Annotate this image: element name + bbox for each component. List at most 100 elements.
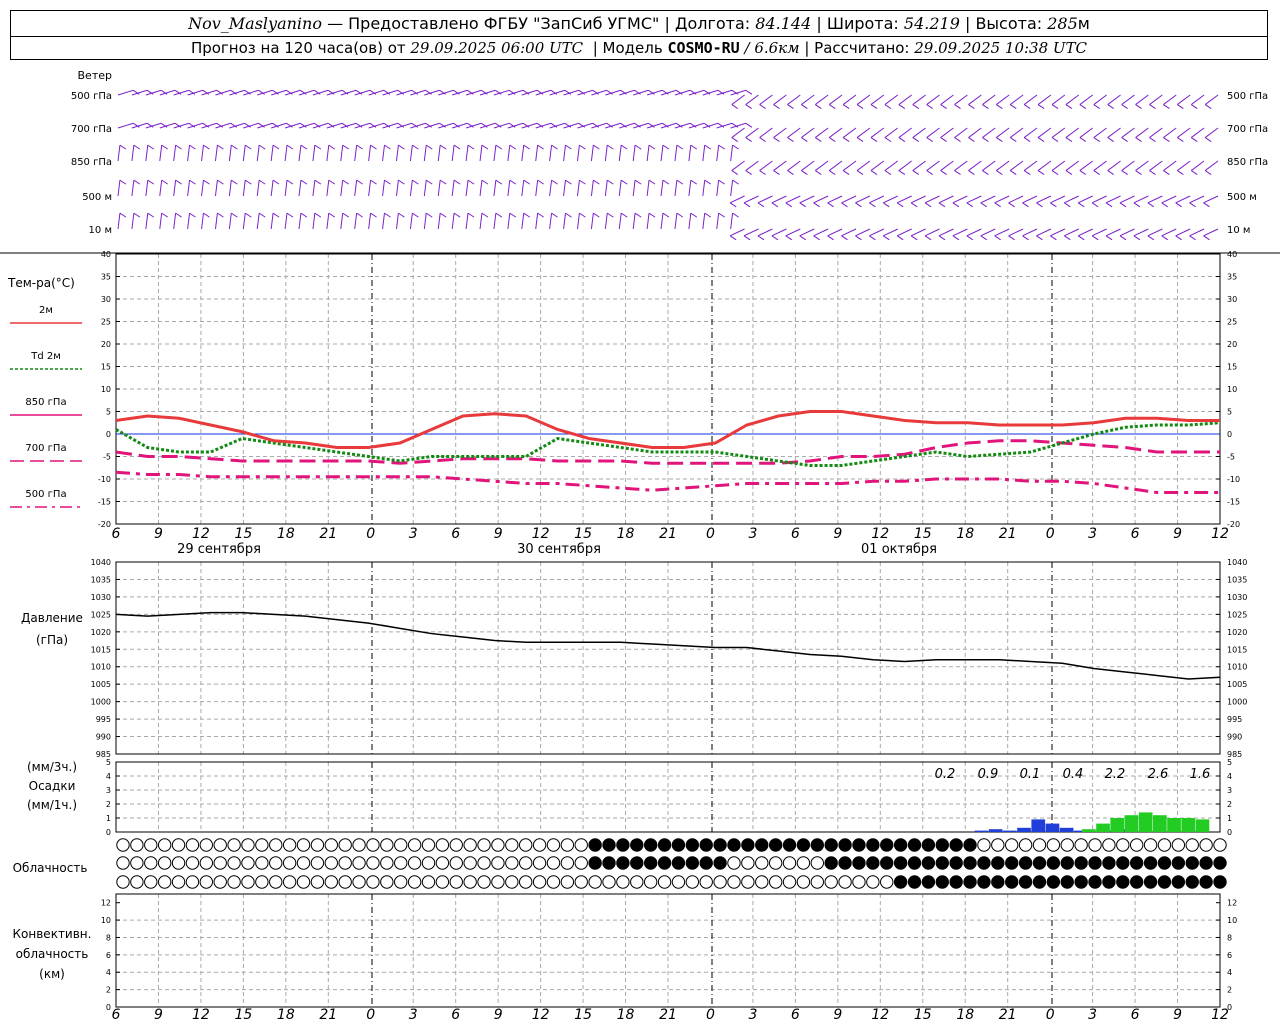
wind-barb — [590, 145, 594, 162]
wind-barb — [996, 160, 1010, 171]
wind-barb-feather — [1175, 235, 1182, 241]
cloud-symbol — [421, 875, 436, 889]
wind-barb-feather — [968, 104, 975, 109]
temp-hour-label: 15 — [914, 526, 932, 542]
wind-barb-feather — [551, 179, 558, 185]
wind-barb-feather — [841, 235, 848, 241]
wind-barb — [1051, 160, 1066, 171]
wind-barb — [632, 213, 636, 230]
wind-barb-feather — [384, 144, 391, 150]
cloud-symbol — [574, 838, 588, 852]
wind-barb-feather — [841, 202, 848, 208]
wind-barb-feather — [175, 179, 182, 185]
wind-barb-feather — [523, 212, 531, 218]
cloud-symbol — [324, 856, 338, 870]
convective-hour-label: 12 — [1211, 1007, 1229, 1023]
precip-bar-1h — [1045, 823, 1060, 832]
cloud-symbol — [185, 875, 200, 889]
precip-bar-3h — [1082, 829, 1096, 832]
cloud-symbol — [130, 856, 144, 870]
wind-barb-feather — [870, 170, 878, 175]
wind-barb-feather — [1147, 202, 1155, 208]
convective-hour-label: 9 — [494, 1007, 503, 1023]
wind-barb — [395, 145, 399, 162]
cloud-symbol — [116, 875, 130, 889]
wind-barb-feather — [1009, 170, 1017, 175]
temp-ytick-right: 5 — [1227, 408, 1232, 417]
wind-barb-feather — [1189, 202, 1196, 208]
cloud-symbol — [977, 838, 991, 852]
temp-ytick-right: -5 — [1227, 453, 1235, 462]
wind-barb — [759, 160, 773, 171]
wind-barb-feather — [1177, 137, 1184, 142]
temp-ytick-right: 30 — [1227, 295, 1237, 304]
wind-barb-feather — [912, 137, 920, 142]
wind-barb-feather — [231, 179, 238, 185]
wind-barb-feather — [356, 144, 363, 150]
temp-hour-label: 3 — [1088, 526, 1097, 542]
wind-barb-feather — [147, 212, 155, 218]
pressure-unit: (гПа) — [36, 633, 68, 647]
wind-barb — [842, 160, 857, 171]
wind-barb — [507, 145, 511, 162]
wind-barb — [117, 180, 121, 197]
wind-barb-feather — [258, 179, 266, 185]
wind-barb — [1119, 228, 1135, 237]
wind-barb-feather — [1077, 202, 1085, 208]
wind-barb — [409, 145, 413, 162]
wind-barb-feather — [203, 179, 210, 185]
cloud-symbol — [907, 875, 922, 889]
temp-500hpa-line — [115, 470, 1220, 494]
convective-hour-label: 6 — [112, 1007, 121, 1023]
wind-barb-feather — [1204, 104, 1212, 109]
wind-barb-feather — [745, 122, 753, 128]
wind-barb — [242, 180, 246, 197]
cloud-symbol — [1088, 838, 1102, 852]
temp-ytick-right: 0 — [1227, 430, 1232, 439]
cloud-symbol — [324, 838, 338, 852]
wind-barb — [898, 160, 912, 171]
cloud-symbol — [394, 838, 408, 852]
wind-barb-feather — [952, 235, 960, 241]
cloud-symbol — [1143, 856, 1158, 870]
wind-barb — [1091, 195, 1107, 204]
wind-barb-feather — [1204, 137, 1212, 142]
cloud-panel: Облачность — [13, 838, 1227, 889]
convective-hour-label: 21 — [659, 1007, 677, 1023]
cloud-symbol — [435, 838, 450, 852]
wind-barb — [563, 213, 566, 230]
wind-barb — [312, 180, 316, 197]
wind-barb-feather — [481, 212, 489, 218]
wind-barb — [549, 145, 553, 162]
cloud-symbol — [852, 838, 866, 852]
wind-barb — [757, 228, 773, 237]
wind-barb-feather — [799, 235, 807, 241]
wind-barb — [1037, 127, 1052, 138]
wind-barb-feather — [785, 235, 793, 241]
wind-barb — [256, 213, 260, 230]
wind-barb-feather — [398, 179, 405, 185]
cloud-symbol — [421, 838, 436, 852]
convective-hour-label: 18 — [956, 1007, 974, 1023]
wind-barb — [841, 228, 857, 237]
precip-bar-1h — [1003, 830, 1017, 832]
wind-barb — [884, 160, 899, 171]
convective-hour-label: 18 — [277, 1007, 295, 1023]
wind-barb — [270, 145, 274, 162]
wind-barb — [298, 213, 302, 230]
wind-barb — [576, 213, 580, 230]
wind-barb-feather — [565, 144, 572, 150]
wind-barb-feather — [147, 144, 155, 150]
wind-barb — [801, 94, 815, 105]
wind-barb-feather — [300, 212, 308, 218]
cloud-symbol — [782, 838, 797, 852]
convective-hour-label: 12 — [532, 1007, 550, 1023]
wind-barb — [521, 145, 525, 162]
wind-barb — [813, 228, 829, 237]
wind-barb — [1064, 195, 1079, 204]
wind-barb — [256, 145, 260, 162]
temp-ytick-left: -20 — [98, 520, 111, 529]
wind-barb-feather — [884, 104, 892, 109]
wind-barb — [521, 180, 525, 197]
wind-barb — [1189, 228, 1205, 237]
